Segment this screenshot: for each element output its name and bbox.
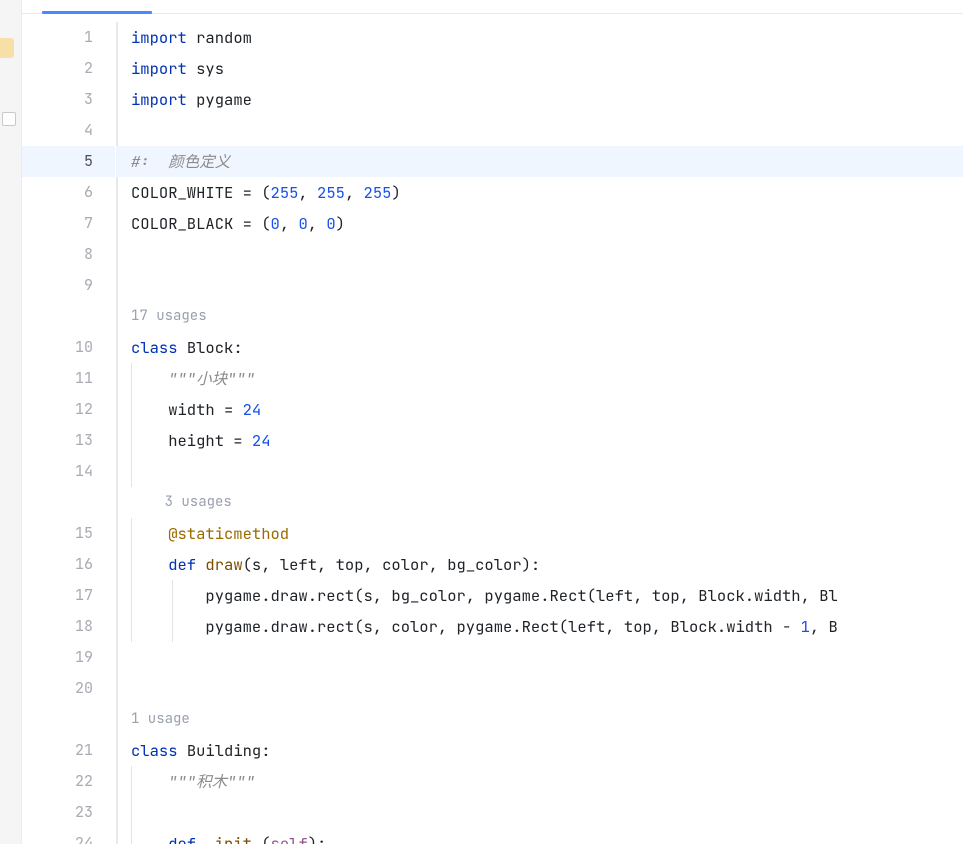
code-line[interactable]: @staticmethod — [116, 518, 963, 549]
line-number[interactable]: 3 — [22, 84, 115, 115]
ide-window: 1 2 3 4 5 6 7 8 9 10 11 12 13 14 15 16 1… — [0, 0, 963, 844]
keyword: import — [131, 58, 187, 79]
keyword: class — [131, 337, 178, 358]
code-line[interactable] — [116, 797, 963, 828]
line-number[interactable]: 14 — [22, 456, 115, 487]
module-name: sys — [196, 58, 224, 79]
keyword: def — [168, 833, 196, 844]
line-number[interactable]: 8 — [22, 239, 115, 270]
number-literal: 24 — [243, 399, 262, 420]
class-name: Block: — [187, 337, 243, 358]
docstring: """小块""" — [168, 368, 255, 389]
keyword: import — [131, 27, 187, 48]
code-area[interactable]: import random import sys import pygame #… — [115, 14, 963, 844]
keyword: class — [131, 740, 178, 761]
number-literal: 0 — [326, 213, 335, 234]
keyword: import — [131, 89, 187, 110]
line-number[interactable]: 2 — [22, 53, 115, 84]
code-line[interactable] — [116, 456, 963, 487]
line-number[interactable]: 24 — [22, 828, 115, 844]
code-line[interactable]: class Building: — [116, 735, 963, 766]
code-line[interactable]: class Block: — [116, 332, 963, 363]
keyword: def — [168, 554, 196, 575]
code-line[interactable]: #: 颜色定义 — [116, 146, 963, 177]
comment: #: 颜色定义 — [131, 151, 230, 172]
code-line[interactable]: import pygame — [116, 84, 963, 115]
code-line[interactable] — [116, 239, 963, 270]
code-line[interactable]: width = 24 — [116, 394, 963, 425]
line-number[interactable]: 21 — [22, 735, 115, 766]
number-literal: 0 — [298, 213, 307, 234]
gutter-pad — [22, 704, 115, 735]
number-literal: 24 — [252, 430, 271, 451]
gutter-pad — [22, 487, 115, 518]
line-number[interactable]: 9 — [22, 270, 115, 301]
line-number[interactable]: 1 — [22, 22, 115, 53]
line-number[interactable]: 19 — [22, 642, 115, 673]
line-number[interactable]: 6 — [22, 177, 115, 208]
function-name: draw — [205, 554, 242, 575]
line-number[interactable]: 20 — [22, 673, 115, 704]
number-literal: 255 — [271, 182, 299, 203]
code-line[interactable] — [116, 115, 963, 146]
editor-wrap: 1 2 3 4 5 6 7 8 9 10 11 12 13 14 15 16 1… — [22, 0, 963, 844]
line-number-gutter[interactable]: 1 2 3 4 5 6 7 8 9 10 11 12 13 14 15 16 1… — [22, 14, 115, 844]
decorator: @staticmethod — [168, 523, 289, 544]
usages-inlay[interactable]: 17 usages — [116, 301, 963, 332]
line-number[interactable]: 4 — [22, 115, 115, 146]
code-line[interactable]: height = 24 — [116, 425, 963, 456]
line-number[interactable]: 18 — [22, 611, 115, 642]
code-line[interactable]: COLOR_BLACK = (0, 0, 0) — [116, 208, 963, 239]
code-line[interactable]: pygame.draw.rect(s, color, pygame.Rect(l… — [116, 611, 963, 642]
code-line[interactable]: def draw(s, left, top, color, bg_color): — [116, 549, 963, 580]
code-line[interactable]: COLOR_WHITE = (255, 255, 255) — [116, 177, 963, 208]
line-number[interactable]: 16 — [22, 549, 115, 580]
structure-toggle-icon[interactable] — [2, 112, 16, 126]
line-number[interactable]: 11 — [22, 363, 115, 394]
number-literal: 255 — [317, 182, 345, 203]
line-number[interactable]: 15 — [22, 518, 115, 549]
number-literal: 255 — [364, 182, 392, 203]
code-line[interactable]: def init (self): — [116, 828, 963, 844]
usages-inlay[interactable]: 1 usage — [116, 704, 963, 735]
number-literal: 0 — [271, 213, 280, 234]
gutter-pad — [22, 301, 115, 332]
self-param: self — [271, 833, 308, 844]
line-number[interactable]: 22 — [22, 766, 115, 797]
line-number[interactable]: 7 — [22, 208, 115, 239]
left-gutter-bar — [0, 0, 22, 844]
code-line[interactable]: pygame.draw.rect(s, bg_color, pygame.Rec… — [116, 580, 963, 611]
code-line[interactable]: import sys — [116, 53, 963, 84]
code-line[interactable] — [116, 270, 963, 301]
code-line[interactable]: """积木""" — [116, 766, 963, 797]
bookmark-marker[interactable] — [0, 38, 14, 58]
line-number[interactable]: 5 — [22, 146, 115, 177]
line-number[interactable]: 23 — [22, 797, 115, 828]
code-line[interactable] — [116, 642, 963, 673]
function-name: init — [215, 833, 262, 844]
editor-body: 1 2 3 4 5 6 7 8 9 10 11 12 13 14 15 16 1… — [22, 14, 963, 844]
code-line[interactable]: """小块""" — [116, 363, 963, 394]
line-number[interactable]: 17 — [22, 580, 115, 611]
code-line[interactable]: import random — [116, 22, 963, 53]
module-name: pygame — [196, 89, 252, 110]
line-number[interactable]: 13 — [22, 425, 115, 456]
number-literal: 1 — [801, 616, 810, 637]
docstring: """积木""" — [168, 771, 255, 792]
usages-inlay[interactable]: 3 usages — [116, 487, 963, 518]
module-name: random — [196, 27, 252, 48]
code-line[interactable] — [116, 673, 963, 704]
line-number[interactable]: 10 — [22, 332, 115, 363]
line-number[interactable]: 12 — [22, 394, 115, 425]
editor-tabbar[interactable] — [22, 0, 963, 14]
class-name: Building: — [187, 740, 271, 761]
